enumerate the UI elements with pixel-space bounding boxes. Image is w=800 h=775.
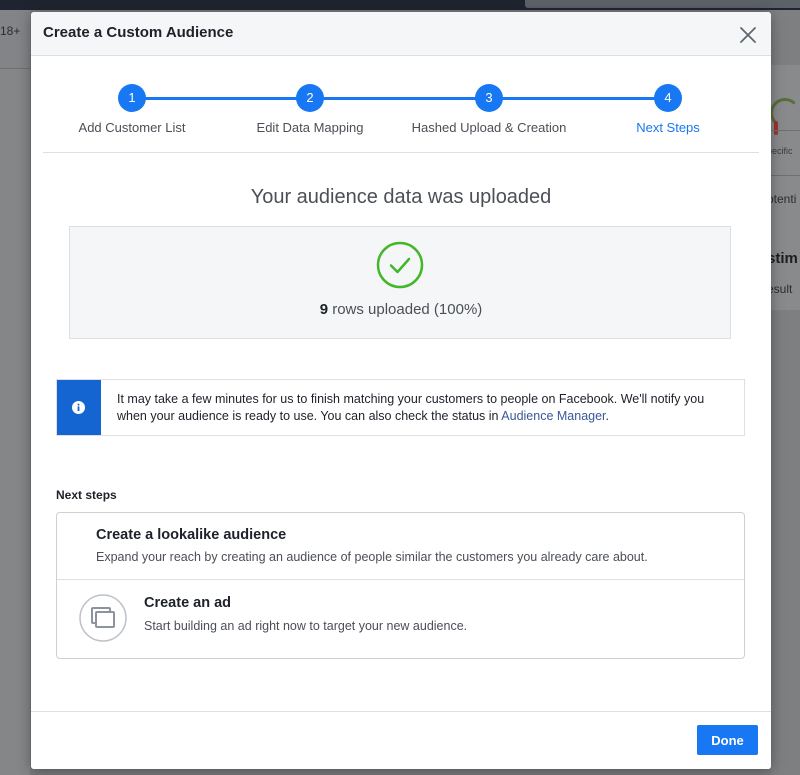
info-icon	[72, 401, 85, 414]
dialog-footer: Done	[31, 711, 771, 769]
dialog-header: Create a Custom Audience	[31, 12, 771, 56]
step-1-circle: 1	[118, 84, 146, 112]
create-lookalike-title: Create a lookalike audience	[96, 527, 287, 543]
create-ad-title: Create an ad	[144, 595, 232, 611]
background-tab	[525, 0, 800, 8]
background-right-panel: pecific otenti stim esult	[767, 10, 800, 775]
background-left-bar	[0, 10, 30, 69]
create-ad-option[interactable]: Create an ad Start building an ad right …	[57, 580, 744, 658]
info-message: It may take a few minutes for us to fini…	[117, 391, 735, 425]
next-steps-card: Create a lookalike audience Expand your …	[56, 512, 745, 659]
audience-manager-link[interactable]: Audience Manager	[501, 409, 605, 423]
info-message-text: It may take a few minutes for us to fini…	[117, 392, 705, 423]
background-left-panel	[0, 10, 30, 775]
upload-heading: Your audience data was uploaded	[250, 186, 552, 208]
close-icon[interactable]	[738, 25, 758, 45]
step-3-circle: 3	[475, 84, 503, 112]
step-2-label: Edit Data Mapping	[256, 120, 364, 135]
create-custom-audience-dialog: Create a Custom Audience 1 2 3 4 Add Cus…	[31, 12, 771, 769]
background-text: stim	[767, 250, 798, 267]
background-gauge-needle	[774, 121, 778, 135]
step-2-circle: 2	[296, 84, 324, 112]
step-1-label: Add Customer List	[78, 120, 186, 135]
info-banner: It may take a few minutes for us to fini…	[56, 379, 745, 436]
stepper-progress-line	[132, 97, 669, 100]
step-3-label: Hashed Upload & Creation	[411, 120, 567, 135]
step-4-label: Next Steps	[636, 120, 700, 135]
info-stripe	[57, 380, 101, 435]
background-text: otenti	[767, 192, 797, 206]
done-button[interactable]: Done	[697, 725, 758, 755]
upload-summary-box: 9 rows uploaded (100%)	[69, 226, 731, 339]
create-ad-description: Start building an ad right now to target…	[144, 619, 468, 633]
check-circle-icon	[376, 241, 424, 289]
stepper-divider	[43, 152, 759, 153]
step-4-circle: 4	[654, 84, 682, 112]
background-age-text: 18+	[0, 24, 21, 38]
progress-stepper: 1 2 3 4 Add Customer List Edit Data Mapp…	[31, 56, 771, 153]
rows-count: 9	[319, 301, 329, 318]
create-lookalike-description: Expand your reach by creating an audienc…	[96, 550, 648, 564]
create-ad-icon	[79, 594, 127, 642]
upload-status: 9 rows uploaded (100%)	[70, 301, 732, 318]
background-divider	[771, 130, 800, 131]
background-top-bar	[0, 0, 800, 10]
background-divider	[771, 175, 800, 176]
dialog-title: Create a Custom Audience	[43, 24, 234, 41]
next-steps-heading: Next steps	[56, 488, 117, 502]
rows-uploaded-text: rows uploaded (100%)	[328, 301, 483, 318]
create-lookalike-audience-option[interactable]: Create a lookalike audience Expand your …	[57, 513, 744, 580]
info-message-end: .	[605, 409, 610, 423]
